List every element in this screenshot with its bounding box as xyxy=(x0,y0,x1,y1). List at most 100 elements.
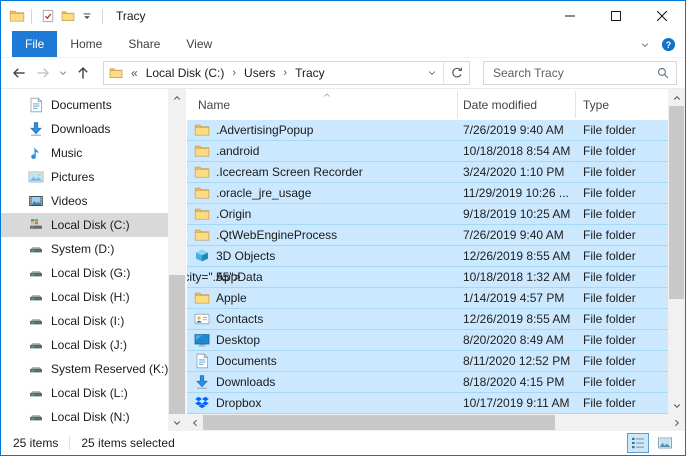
column-header-date-modified[interactable]: Date modified xyxy=(458,91,576,118)
sidebar-item-system-reserved-k[interactable]: System Reserved (K:) xyxy=(1,357,168,381)
file-date-modified: 10/18/2018 1:32 AM xyxy=(458,270,576,284)
help-button[interactable]: ? xyxy=(661,37,676,52)
sidebar-item-pictures[interactable]: Pictures xyxy=(1,165,168,189)
sidebar-item-documents[interactable]: Documents xyxy=(1,93,168,117)
horizontal-scrollbar[interactable] xyxy=(186,414,685,431)
sidebar-item-local-disk-j[interactable]: Local Disk (J:) xyxy=(1,333,168,357)
minimize-button[interactable] xyxy=(547,1,593,31)
file-row-contacts[interactable]: Contacts 12/26/2019 8:55 AM File folder xyxy=(187,309,668,330)
file-row-oracle-jre-usage[interactable]: .oracle_jre_usage 11/29/2019 10:26 ... F… xyxy=(187,183,668,204)
sort-ascending-icon xyxy=(322,91,332,99)
breadcrumb-separator[interactable]: › xyxy=(229,67,239,79)
breadcrumb-separator[interactable]: › xyxy=(280,67,290,79)
sidebar-item-music[interactable]: Music xyxy=(1,141,168,165)
chevron-down-icon xyxy=(672,401,682,411)
sidebar-item-local-disk-c[interactable]: Local Disk (C:) xyxy=(1,213,168,237)
address-dropdown-button[interactable] xyxy=(421,62,443,84)
contacts-icon xyxy=(194,311,210,327)
file-list-pane: Name Date modified Type .AdvertisingPopu… xyxy=(186,89,685,431)
chevron-down-icon xyxy=(81,10,93,22)
sidebar-item-local-disk-n[interactable]: Local Disk (N:) xyxy=(1,405,168,429)
file-row-icecream-screen-recorder[interactable]: .Icecream Screen Recorder 3/24/2020 1:10… xyxy=(187,162,668,183)
file-list-scrollbar[interactable] xyxy=(668,89,685,414)
ribbon-tab-file[interactable]: File xyxy=(12,31,57,57)
maximize-button[interactable] xyxy=(593,1,639,31)
breadcrumb-item-users[interactable]: Users xyxy=(239,66,280,80)
sidebar-item-local-disk-i[interactable]: Local Disk (I:) xyxy=(1,309,168,333)
scroll-up-button[interactable] xyxy=(668,89,685,106)
file-row-dropbox[interactable]: Dropbox 10/17/2019 9:11 AM File folder xyxy=(187,393,668,414)
maximize-icon xyxy=(611,11,621,21)
sidebar-item-local-disk-g[interactable]: Local Disk (G:) xyxy=(1,261,168,285)
expand-ribbon-button[interactable] xyxy=(640,40,650,50)
up-button[interactable] xyxy=(71,61,95,85)
sidebar-item-local-disk-h[interactable]: Local Disk (H:) xyxy=(1,285,168,309)
sidebar-item-label: Local Disk (N:) xyxy=(51,410,130,424)
ribbon-tab-home[interactable]: Home xyxy=(57,31,115,57)
file-type: File folder xyxy=(576,186,668,200)
sidebar-item-local-disk-l[interactable]: Local Disk (L:) xyxy=(1,381,168,405)
scroll-down-button[interactable] xyxy=(668,397,685,414)
sidebar-item-system-d[interactable]: System (D:) xyxy=(1,237,168,261)
file-row-apple[interactable]: Apple 1/14/2019 4:57 PM File folder xyxy=(187,288,668,309)
file-date-modified: 3/24/2020 1:10 PM xyxy=(458,165,576,179)
file-row-advertisingpopup[interactable]: .AdvertisingPopup 7/26/2019 9:40 AM File… xyxy=(187,120,668,141)
up-arrow-icon xyxy=(75,65,91,81)
music-icon xyxy=(28,145,44,161)
file-row-desktop[interactable]: Desktop 8/20/2020 8:49 AM File folder xyxy=(187,330,668,351)
ribbon-tabs: FileHomeShareView xyxy=(12,31,225,57)
file-row-origin[interactable]: .Origin 9/18/2019 10:25 AM File folder xyxy=(187,204,668,225)
thumbnail-view-icon xyxy=(657,435,673,451)
breadcrumb-collapsed-chevron[interactable]: « xyxy=(128,66,141,80)
scrollbar-thumb[interactable] xyxy=(203,415,555,430)
address-toolbar: « Local Disk (C:)›Users›Tracy xyxy=(1,58,685,89)
file-row-qtwebengineprocess[interactable]: .QtWebEngineProcess 7/26/2019 9:40 AM Fi… xyxy=(187,225,668,246)
chevron-right-icon xyxy=(672,418,682,428)
ribbon-tab-view[interactable]: View xyxy=(173,31,225,57)
breadcrumb-item-local-disk-c[interactable]: Local Disk (C:) xyxy=(141,66,230,80)
drive-icon xyxy=(28,385,44,401)
sidebar-item-label: Local Disk (H:) xyxy=(51,290,130,304)
titlebar-separator xyxy=(102,9,103,24)
file-type: File folder xyxy=(576,396,668,410)
downloads-icon xyxy=(28,121,44,137)
ribbon-tab-share[interactable]: Share xyxy=(115,31,173,57)
address-bar[interactable]: « Local Disk (C:)›Users›Tracy xyxy=(103,61,470,85)
scroll-down-button[interactable] xyxy=(168,414,186,431)
scroll-right-button[interactable] xyxy=(668,414,685,431)
file-type: File folder xyxy=(576,375,668,389)
forward-button[interactable] xyxy=(31,61,55,85)
column-header-name[interactable]: Name xyxy=(187,91,458,118)
properties-button[interactable] xyxy=(38,7,58,25)
close-button[interactable] xyxy=(639,1,685,31)
search-input[interactable] xyxy=(493,66,656,80)
refresh-button[interactable] xyxy=(443,62,469,84)
details-view-button[interactable] xyxy=(627,433,649,453)
sidebar-item-downloads[interactable]: Downloads xyxy=(1,117,168,141)
file-row-appdata[interactable]: opacity=".55"> AppData 10/18/2018 1:32 A… xyxy=(187,267,668,288)
customize-quick-access-button[interactable] xyxy=(78,8,96,24)
file-row-3d-objects[interactable]: 3D Objects 12/26/2019 8:55 AM File folde… xyxy=(187,246,668,267)
scrollbar-thumb[interactable] xyxy=(169,275,185,414)
sidebar-item-videos[interactable]: Videos xyxy=(1,189,168,213)
folder-icon xyxy=(194,206,210,222)
recent-locations-button[interactable] xyxy=(55,61,71,85)
sidebar-scrollbar[interactable] xyxy=(168,89,186,431)
sidebar-item-label: Music xyxy=(51,146,82,160)
back-button[interactable] xyxy=(7,61,31,85)
scroll-left-button[interactable] xyxy=(186,414,203,431)
file-row-downloads[interactable]: Downloads 8/18/2020 4:15 PM File folder xyxy=(187,372,668,393)
sidebar-item-label: System (D:) xyxy=(51,242,114,256)
scrollbar-thumb[interactable] xyxy=(669,106,684,299)
new-folder-button[interactable] xyxy=(58,7,78,25)
thumbnail-view-button[interactable] xyxy=(654,433,676,453)
breadcrumb: Local Disk (C:)›Users›Tracy xyxy=(141,66,330,80)
folder-icon xyxy=(194,290,210,306)
search-icon[interactable] xyxy=(656,66,670,80)
scroll-up-button[interactable] xyxy=(168,89,186,106)
file-row-android[interactable]: .android 10/18/2018 8:54 AM File folder xyxy=(187,141,668,162)
column-header-type[interactable]: Type xyxy=(576,91,668,118)
file-type: File folder xyxy=(576,123,668,137)
file-row-documents[interactable]: Documents 8/11/2020 12:52 PM File folder xyxy=(187,351,668,372)
breadcrumb-item-tracy[interactable]: Tracy xyxy=(290,66,330,80)
